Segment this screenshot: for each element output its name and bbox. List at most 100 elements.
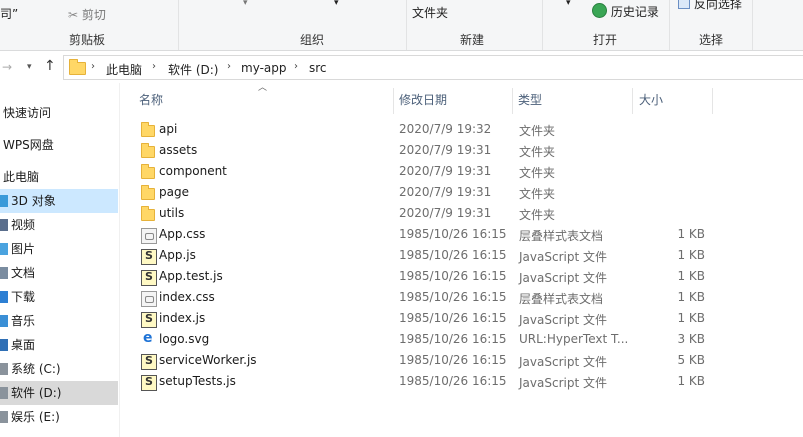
nav-item-pictures[interactable]: 图片 — [0, 237, 118, 261]
breadcrumb-this-pc[interactable]: 此电脑 — [106, 61, 142, 78]
css-file-icon — [141, 228, 157, 244]
breadcrumb-src[interactable]: src — [309, 61, 327, 75]
file-date: 2020/7/9 19:31 — [399, 164, 492, 178]
file-row[interactable]: logo.svg 1985/10/26 16:15 URL:HyperText … — [135, 329, 715, 350]
column-header-type[interactable]: 类型 — [518, 90, 542, 114]
file-name: App.js — [159, 248, 196, 262]
cut-label: 剪切 — [81, 8, 106, 22]
file-row[interactable]: App.js 1985/10/26 16:15 JavaScript 文件 1 … — [135, 245, 715, 266]
column-header-date[interactable]: 修改日期 — [399, 90, 447, 114]
chevron-right-icon[interactable]: › — [91, 61, 95, 72]
nav-item-this-pc[interactable]: 此电脑 — [0, 165, 118, 189]
address-bar[interactable]: › 此电脑 › 软件 (D:) › my-app › src — [63, 55, 803, 80]
file-name: serviceWorker.js — [159, 353, 257, 367]
file-type: URL:HyperText T... — [519, 332, 629, 346]
file-name: setupTests.js — [159, 374, 236, 388]
file-type: 文件夹 — [519, 145, 556, 159]
ribbon-divider — [542, 0, 543, 50]
file-name: utils — [159, 206, 185, 220]
column-header-size[interactable]: 大小 — [639, 90, 663, 114]
up-icon[interactable]: ↑ — [44, 58, 56, 74]
file-type: JavaScript 文件 — [519, 271, 607, 285]
chevron-right-icon[interactable]: › — [294, 61, 298, 72]
nav-item-music[interactable]: 音乐 — [0, 309, 118, 333]
file-row[interactable]: component 2020/7/9 19:31 文件夹 — [135, 161, 715, 182]
file-type: JavaScript 文件 — [519, 355, 607, 369]
invert-selection-button[interactable]: 反向选择 — [678, 0, 742, 12]
clipboard-item-label[interactable]: 司” — [0, 5, 18, 22]
file-date: 1985/10/26 16:15 — [399, 269, 507, 283]
file-row[interactable]: utils 2020/7/9 19:31 文件夹 — [135, 203, 715, 224]
cut-button[interactable]: ✂ 剪切 — [68, 6, 106, 23]
file-row[interactable]: assets 2020/7/9 19:31 文件夹 — [135, 140, 715, 161]
file-name: App.test.js — [159, 269, 223, 283]
move-to-dropdown-icon[interactable]: ▾ — [243, 0, 248, 8]
chevron-right-icon[interactable]: › — [152, 61, 156, 72]
column-divider[interactable] — [512, 88, 513, 114]
file-type: 文件夹 — [519, 208, 556, 222]
js-file-icon — [141, 312, 157, 328]
ribbon: 司” ✂ 剪切 剪贴板 ▾ ▾ 组织 文件夹 新建 ▾ 历史记录 打开 反向选择… — [0, 0, 803, 51]
copy-to-dropdown-icon[interactable]: ▾ — [334, 0, 339, 8]
breadcrumb-my-app[interactable]: my-app — [241, 61, 287, 75]
new-folder-button[interactable]: 文件夹 — [412, 4, 448, 21]
css-file-icon — [141, 291, 157, 307]
file-row[interactable]: index.js 1985/10/26 16:15 JavaScript 文件 … — [135, 308, 715, 329]
chevron-right-icon[interactable]: › — [227, 61, 231, 72]
file-name: logo.svg — [159, 332, 210, 346]
forward-icon[interactable]: → — [2, 60, 12, 74]
history-button[interactable]: 历史记录 — [592, 3, 659, 20]
file-size: 1 KB — [677, 290, 705, 304]
nav-item-wps-drive[interactable]: WPS网盘 — [0, 133, 118, 157]
ribbon-divider — [406, 0, 407, 50]
file-size: 1 KB — [677, 311, 705, 325]
file-type: 层叠样式表文档 — [519, 229, 604, 243]
file-row[interactable]: page 2020/7/9 19:31 文件夹 — [135, 182, 715, 203]
new-group-label: 新建 — [460, 33, 485, 47]
file-name: index.js — [159, 311, 206, 325]
file-date: 2020/7/9 19:31 — [399, 185, 492, 199]
history-label: 历史记录 — [610, 5, 659, 19]
file-size: 1 KB — [677, 374, 705, 388]
nav-item-videos[interactable]: 视频 — [0, 213, 118, 237]
invert-selection-label: 反向选择 — [693, 0, 742, 11]
recent-locations-icon[interactable]: ▾ — [27, 62, 32, 72]
file-row[interactable]: setupTests.js 1985/10/26 16:15 JavaScrip… — [135, 371, 715, 392]
file-date: 2020/7/9 19:31 — [399, 143, 492, 157]
drive-icon — [0, 387, 8, 399]
nav-item-downloads[interactable]: 下载 — [0, 285, 118, 309]
nav-item-desktop[interactable]: 桌面 — [0, 333, 118, 357]
ribbon-divider — [752, 0, 753, 50]
file-row[interactable]: serviceWorker.js 1985/10/26 16:15 JavaSc… — [135, 350, 715, 371]
folder-icon — [141, 122, 155, 137]
file-date: 1985/10/26 16:15 — [399, 311, 507, 325]
breadcrumb-drive-d[interactable]: 软件 (D:) — [168, 61, 218, 78]
nav-item-drive-c[interactable]: 系统 (C:) — [0, 357, 118, 381]
open-dropdown-icon[interactable]: ▾ — [566, 0, 571, 8]
music-icon — [0, 315, 8, 327]
pane-splitter[interactable] — [119, 83, 120, 437]
nav-item-3d-objects[interactable]: 3D 对象 — [0, 189, 118, 213]
3d-objects-icon — [0, 195, 8, 207]
nav-item-documents[interactable]: 文档 — [0, 261, 118, 285]
desktop-icon — [0, 339, 8, 351]
column-divider[interactable] — [632, 88, 633, 114]
column-divider[interactable] — [712, 88, 713, 114]
file-row[interactable]: App.css 1985/10/26 16:15 层叠样式表文档 1 KB — [135, 224, 715, 245]
file-date: 1985/10/26 16:15 — [399, 248, 507, 262]
file-row[interactable]: App.test.js 1985/10/26 16:15 JavaScript … — [135, 266, 715, 287]
file-name: index.css — [159, 290, 215, 304]
file-row[interactable]: api 2020/7/9 19:32 文件夹 — [135, 119, 715, 140]
folder-icon — [141, 206, 155, 221]
nav-item-drive-e[interactable]: 娱乐 (E:) — [0, 405, 118, 429]
column-divider[interactable] — [393, 88, 394, 114]
column-header-name[interactable]: 名称 — [139, 90, 163, 114]
file-size: 3 KB — [677, 332, 705, 346]
file-type: 文件夹 — [519, 187, 556, 201]
file-row[interactable]: index.css 1985/10/26 16:15 层叠样式表文档 1 KB — [135, 287, 715, 308]
document-icon — [0, 267, 8, 279]
ribbon-divider — [669, 0, 670, 50]
nav-item-quick-access[interactable]: 快速访问 — [0, 101, 118, 125]
nav-item-drive-d[interactable]: 软件 (D:) — [0, 381, 118, 405]
file-type: 文件夹 — [519, 124, 556, 138]
